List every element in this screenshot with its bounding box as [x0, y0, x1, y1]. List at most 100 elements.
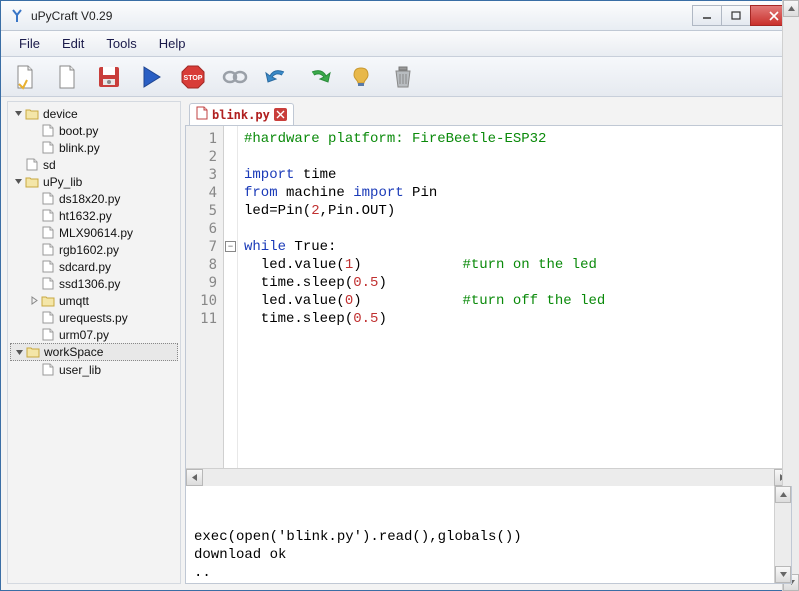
file-icon [41, 124, 55, 138]
tree-item[interactable]: boot.py [10, 122, 178, 139]
file-icon [41, 141, 55, 155]
code-line[interactable]: led.value(0) #turn off the led [244, 292, 785, 310]
tab-close-button[interactable] [274, 108, 287, 121]
tree-item[interactable]: ssd1306.py [10, 275, 178, 292]
tree-item-label: user_lib [59, 363, 101, 377]
file-icon [41, 328, 55, 342]
tree-arrow-icon[interactable] [12, 159, 24, 171]
menu-help[interactable]: Help [149, 33, 196, 54]
tree-item-label: rgb1602.py [59, 243, 119, 257]
tree-item[interactable]: rgb1602.py [10, 241, 178, 258]
file-icon [25, 158, 39, 172]
tree-item[interactable]: sdcard.py [10, 258, 178, 275]
editor-hscrollbar[interactable] [186, 468, 791, 485]
tree-item[interactable]: urm07.py [10, 326, 178, 343]
tree-arrow-icon[interactable] [12, 176, 24, 188]
code-line[interactable] [244, 220, 785, 238]
tree-arrow-icon[interactable] [28, 193, 40, 205]
tree-arrow-icon[interactable] [13, 346, 25, 358]
fold-column[interactable]: − [224, 126, 238, 468]
redo-button[interactable] [305, 63, 333, 91]
scroll-track[interactable] [203, 469, 774, 486]
code-line[interactable]: led.value(1) #turn on the led [244, 256, 785, 274]
code-line[interactable]: time.sleep(0.5) [244, 310, 785, 328]
tree-arrow-icon[interactable] [28, 329, 40, 341]
tree-arrow-icon[interactable] [28, 125, 40, 137]
code-area[interactable]: #hardware platform: FireBeetle-ESP32 impo… [238, 126, 791, 468]
code-line[interactable]: import time [244, 166, 785, 184]
editor-frame: 1234567891011 − #hardware platform: Fire… [185, 125, 792, 486]
tree-item-label: MLX90614.py [59, 226, 133, 240]
tree-item[interactable]: workSpace [10, 343, 178, 361]
scroll-track[interactable] [783, 126, 791, 468]
run-button[interactable] [137, 63, 165, 91]
toolbar: STOP [1, 57, 798, 97]
tree-arrow-icon[interactable] [28, 295, 40, 307]
tree-arrow-icon[interactable] [28, 227, 40, 239]
fold-toggle-icon[interactable]: − [225, 241, 236, 252]
file-icon [41, 243, 55, 257]
minimize-button[interactable] [692, 5, 722, 26]
menu-tools[interactable]: Tools [96, 33, 146, 54]
connect-button[interactable] [221, 63, 249, 91]
save-button[interactable] [95, 63, 123, 91]
tree-item-label: workSpace [44, 345, 103, 359]
menu-file[interactable]: File [9, 33, 50, 54]
console-vscrollbar[interactable] [774, 486, 791, 583]
code-editor[interactable]: 1234567891011 − #hardware platform: Fire… [186, 126, 791, 468]
maximize-button[interactable] [721, 5, 751, 26]
undo-button[interactable] [263, 63, 291, 91]
flash-button[interactable] [347, 63, 375, 91]
tree-item[interactable]: sd [10, 156, 178, 173]
clear-button[interactable] [389, 63, 417, 91]
file-icon [41, 277, 55, 291]
scroll-left-icon[interactable] [186, 469, 203, 486]
tree-item[interactable]: ht1632.py [10, 207, 178, 224]
tree-arrow-icon[interactable] [28, 142, 40, 154]
tree-item[interactable]: umqtt [10, 292, 178, 309]
tree-item-label: ssd1306.py [59, 277, 120, 291]
scroll-track[interactable] [775, 503, 791, 566]
tree-arrow-icon[interactable] [28, 278, 40, 290]
tree-item[interactable]: MLX90614.py [10, 224, 178, 241]
code-line[interactable]: led=Pin(2,Pin.OUT) [244, 202, 785, 220]
tree-item-label: ht1632.py [59, 209, 112, 223]
editor-tab[interactable]: blink.py [189, 103, 294, 125]
console-output[interactable]: exec(open('blink.py').read(),globals())d… [185, 486, 792, 584]
tree-item-label: urequests.py [59, 311, 128, 325]
titlebar[interactable]: uPyCraft V0.29 [1, 1, 798, 31]
code-line[interactable]: time.sleep(0.5) [244, 274, 785, 292]
tree-item[interactable]: blink.py [10, 139, 178, 156]
tree-item[interactable]: user_lib [10, 361, 178, 378]
tree-arrow-icon[interactable] [28, 244, 40, 256]
tree-item[interactable]: ds18x20.py [10, 190, 178, 207]
tree-arrow-icon[interactable] [28, 364, 40, 376]
tree-item-label: sd [43, 158, 56, 172]
tree-arrow-icon[interactable] [28, 261, 40, 273]
tree-item[interactable]: device [10, 105, 178, 122]
file-tree[interactable]: deviceboot.pyblink.py sd uPy_lib ds18x20.py… [7, 101, 181, 584]
tree-arrow-icon[interactable] [28, 312, 40, 324]
menu-edit[interactable]: Edit [52, 33, 94, 54]
new-file-button[interactable] [11, 63, 39, 91]
code-line[interactable]: while True: [244, 238, 785, 256]
tree-item-label: sdcard.py [59, 260, 111, 274]
tree-arrow-icon[interactable] [28, 210, 40, 222]
tree-arrow-icon[interactable] [12, 108, 24, 120]
scroll-down-icon[interactable] [775, 566, 791, 583]
folder-icon [41, 294, 55, 308]
code-line[interactable] [244, 148, 785, 166]
tree-item-label: umqtt [59, 294, 89, 308]
tree-item-label: uPy_lib [43, 175, 82, 189]
editor-vscrollbar[interactable] [782, 126, 791, 468]
scroll-up-icon[interactable] [775, 486, 791, 503]
tree-item-label: ds18x20.py [59, 192, 120, 206]
code-line[interactable]: #hardware platform: FireBeetle-ESP32 [244, 130, 785, 148]
code-line[interactable]: from machine import Pin [244, 184, 785, 202]
open-file-button[interactable] [53, 63, 81, 91]
stop-button[interactable]: STOP [179, 63, 207, 91]
file-icon [41, 260, 55, 274]
tree-item[interactable]: uPy_lib [10, 173, 178, 190]
tree-item[interactable]: urequests.py [10, 309, 178, 326]
tree-item-label: urm07.py [59, 328, 109, 342]
